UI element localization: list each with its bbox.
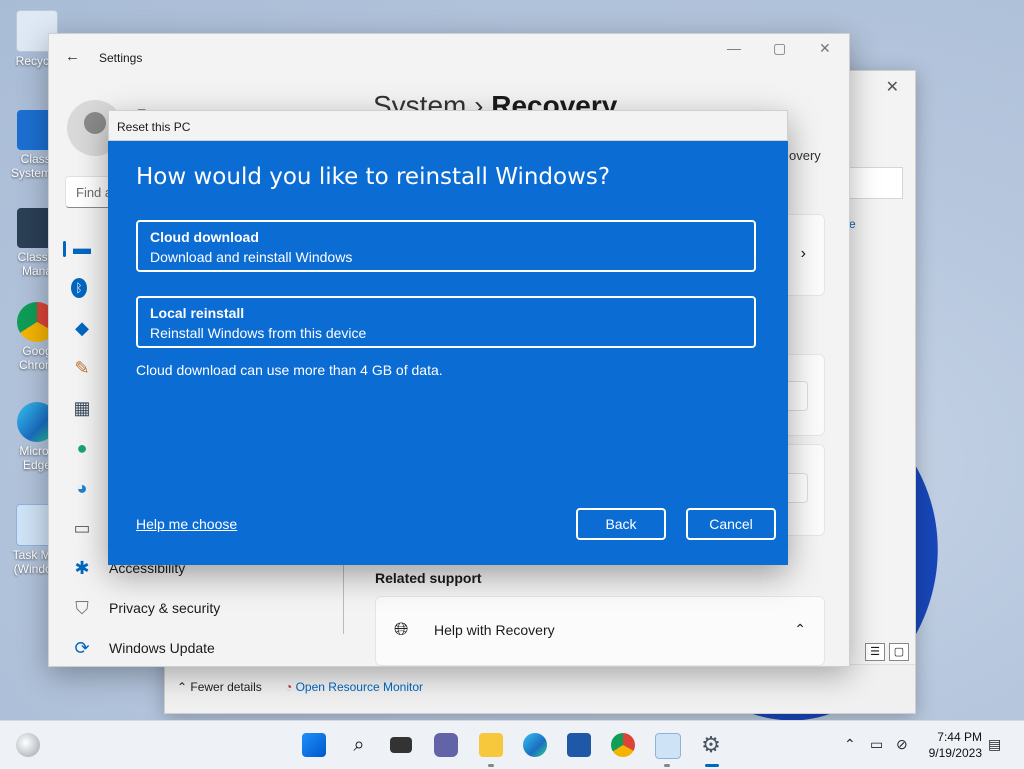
window-title: Settings — [99, 51, 143, 65]
globe-icon: 🌐︎ — [394, 619, 409, 639]
scrollbar[interactable] — [343, 564, 344, 634]
brush-icon: ✎ — [74, 357, 90, 378]
option-title: Local reinstall — [150, 305, 245, 321]
search-icon[interactable]: ⌕ — [347, 733, 371, 757]
network-icon[interactable]: ▭ — [870, 736, 883, 753]
dialog-titlebar: Reset this PC — [108, 110, 788, 141]
recovery-subtext: overy — [789, 148, 821, 163]
active-indicator — [705, 764, 719, 767]
option-title: Cloud download — [150, 229, 259, 245]
clock[interactable]: 7:44 PM 9/19/2023 — [929, 729, 982, 761]
help-with-recovery-label: Help with Recovery — [434, 622, 555, 638]
data-usage-note: Cloud download can use more than 4 GB of… — [136, 362, 443, 378]
task-view-icon[interactable] — [390, 737, 412, 753]
cloud-download-option[interactable]: Cloud download Download and reinstall Wi… — [136, 220, 756, 272]
nav-windows-update[interactable]: ⟳ Windows Update — [71, 630, 311, 666]
resource-monitor-icon: ◔ — [285, 680, 293, 694]
close-icon[interactable]: ✕ — [819, 40, 831, 57]
widgets-icon[interactable] — [16, 733, 40, 757]
volume-muted-icon[interactable]: ⊘ — [896, 736, 908, 753]
chat-icon[interactable] — [434, 733, 458, 757]
nav-privacy-security[interactable]: ⛉ Privacy & security — [71, 590, 311, 626]
search-placeholder: Find a — [76, 185, 113, 200]
maximize-icon[interactable]: ▢ — [773, 40, 786, 57]
option-subtitle: Reinstall Windows from this device — [150, 325, 367, 341]
fewer-details-label: Fewer details — [190, 680, 262, 694]
minimize-icon[interactable]: — — [727, 40, 741, 56]
option-subtitle: Download and reinstall Windows — [150, 249, 353, 265]
clock-time: 7:44 PM — [937, 730, 982, 744]
running-indicator — [488, 764, 494, 767]
back-arrow-icon[interactable]: ← — [65, 48, 80, 65]
open-resource-monitor-label: Open Resource Monitor — [295, 680, 423, 694]
chevron-up-icon[interactable]: ⌃ — [844, 736, 856, 753]
chevron-right-icon: › — [800, 245, 806, 262]
update-icon: ⟳ — [74, 637, 90, 658]
monitor-icon: ▬ — [73, 237, 91, 258]
clock-date: 9/19/2023 — [928, 746, 982, 760]
chevron-up-icon: ⌃ — [794, 621, 806, 637]
task-manager-icon[interactable] — [655, 733, 681, 759]
cancel-button[interactable]: Cancel — [686, 508, 776, 540]
reset-pc-dialog: Reset this PC How would you like to rein… — [108, 110, 788, 565]
list-view-icon[interactable]: ☰ — [865, 643, 885, 661]
person-icon: ● — [76, 437, 88, 458]
open-resource-monitor-link[interactable]: ◔ Open Resource Monitor — [285, 680, 423, 694]
task-manager-link[interactable]: e — [849, 217, 856, 231]
dialog-question: How would you like to reinstall Windows? — [136, 164, 611, 190]
task-manager-footer: ⌃ Fewer details ◔ Open Resource Monitor — [165, 664, 915, 713]
help-me-choose-link[interactable]: Help me choose — [136, 516, 237, 532]
apps-icon: ▦ — [73, 397, 91, 418]
nav-selection-indicator — [63, 241, 66, 257]
shield-icon: ⛉ — [75, 597, 89, 618]
running-indicator — [664, 764, 670, 767]
local-reinstall-option[interactable]: Local reinstall Reinstall Windows from t… — [136, 296, 756, 348]
chrome-icon[interactable] — [611, 733, 635, 757]
store-icon[interactable] — [567, 733, 591, 757]
dialog-title: Reset this PC — [117, 120, 191, 134]
file-explorer-icon[interactable] — [479, 733, 503, 757]
wifi-icon: ◆ — [75, 317, 89, 338]
back-button[interactable]: Back — [576, 508, 666, 540]
start-icon[interactable] — [302, 733, 326, 757]
tile-view-icon[interactable]: ▢ — [889, 643, 909, 661]
help-with-recovery-item[interactable]: 🌐︎ Help with Recovery ⌃ — [375, 596, 825, 666]
fewer-details-button[interactable]: ⌃ Fewer details — [177, 680, 262, 694]
bluetooth-icon: ᛒ — [71, 278, 87, 298]
view-toggle: ☰ ▢ — [865, 643, 909, 661]
close-icon[interactable]: ✕ — [886, 77, 899, 97]
notification-icon[interactable]: ▤ — [988, 736, 1001, 753]
taskbar: ⌕ ⚙ ⌃ ▭ ⊘ 7:44 PM 9/19/2023 ▤ — [0, 720, 1024, 769]
gamepad-icon: ▭ — [73, 517, 91, 538]
edge-icon[interactable] — [523, 733, 547, 757]
task-manager-input[interactable] — [849, 167, 903, 199]
accessibility-icon: ✱ — [74, 557, 90, 578]
related-support-heading: Related support — [375, 570, 482, 586]
globe-clock-icon: ◕ — [76, 477, 88, 498]
settings-gear-icon[interactable]: ⚙ — [699, 733, 723, 757]
